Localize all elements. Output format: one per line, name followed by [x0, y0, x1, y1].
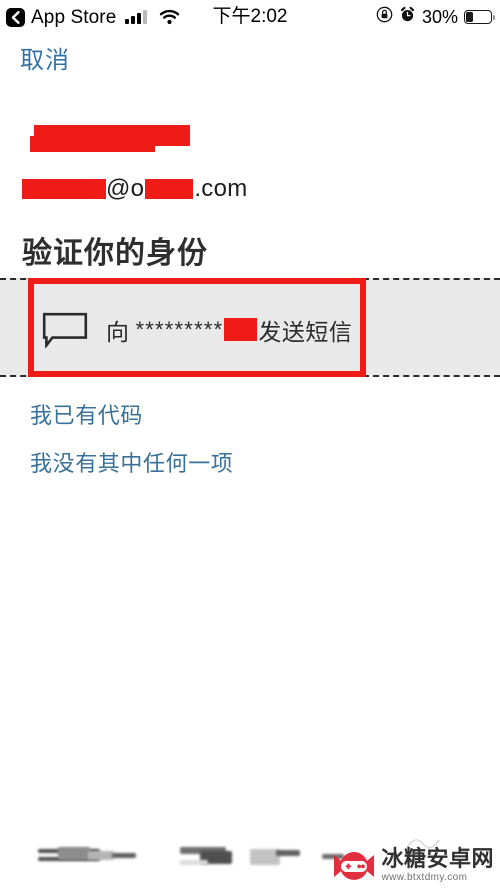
verification-options-band: 向 ********* 发送短信 — [0, 278, 500, 377]
alarm-clock-icon — [399, 6, 416, 28]
carrier-label: App Store — [31, 6, 117, 28]
page-title: 验证你的身份 — [22, 237, 208, 270]
link-have-code[interactable]: 我已有代码 — [30, 398, 143, 430]
email-at-symbol: @ — [106, 175, 131, 202]
send-sms-option-label: 向 ********* 发送短信 — [106, 313, 352, 347]
wifi-icon — [159, 9, 180, 25]
back-chevron-icon[interactable] — [6, 7, 25, 27]
account-info-block: @ o .com — [0, 118, 500, 202]
cancel-button[interactable]: 取消 — [20, 40, 70, 75]
battery-icon — [464, 10, 496, 24]
email-domain-head: o — [130, 175, 145, 202]
cellular-signal-icon — [125, 10, 148, 24]
watermark-title: 冰糖安卓网 — [381, 846, 494, 871]
option-prefix-text: 向 — [106, 318, 130, 345]
battery-percent-label: 30% — [421, 7, 458, 27]
email-domain-suffix: .com — [194, 175, 248, 202]
watermark-url: www.btxtdmy.com — [381, 872, 468, 883]
redacted-email-user-block — [22, 179, 106, 199]
navigation-bar: 取消 — [0, 36, 500, 78]
rotation-lock-icon — [376, 6, 393, 28]
candy-gamepad-logo-icon — [332, 849, 376, 883]
option-action-text: 发送短信 — [258, 318, 353, 345]
message-bubble-icon — [42, 312, 88, 349]
send-sms-option-row[interactable]: 向 ********* 发送短信 — [42, 280, 352, 379]
status-bar-left: App Store — [6, 6, 180, 28]
redacted-email-domain-block — [145, 179, 194, 199]
redacted-phone-block — [224, 318, 258, 341]
status-bar: App Store 下午2:02 30% — [0, 0, 500, 34]
account-email-row: @ o .com — [22, 175, 500, 202]
watermark-texts: 冰糖安卓网 www.btxtdmy.com — [381, 848, 494, 883]
link-none-of-them[interactable]: 我没有其中任何一项 — [30, 446, 233, 478]
masked-phone-number: ********* — [135, 316, 224, 342]
status-bar-right: 30% — [376, 6, 496, 28]
account-name-row — [30, 118, 500, 154]
redacted-name-block-2 — [30, 136, 155, 152]
site-watermark: 冰糖安卓网 www.btxtdmy.com — [332, 848, 494, 883]
